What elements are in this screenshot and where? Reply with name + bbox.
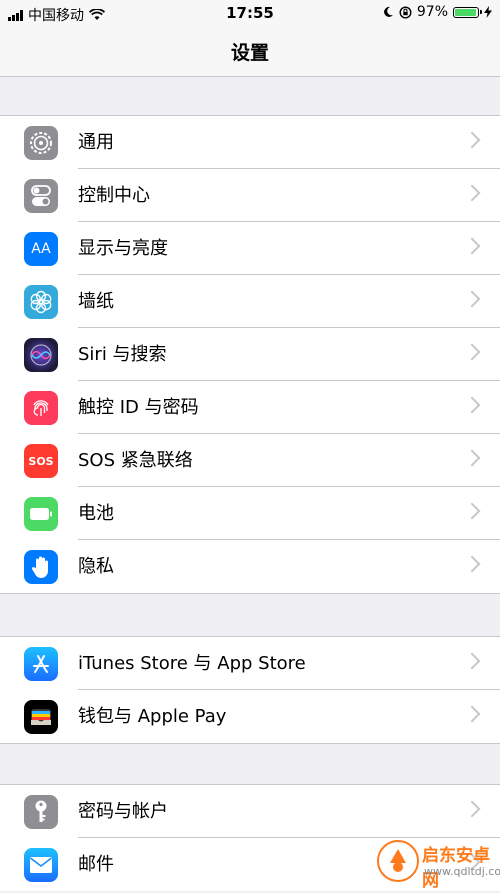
charging-bolt-icon	[484, 6, 492, 18]
toggles-icon	[24, 179, 58, 213]
app-store-icon	[24, 647, 58, 681]
aa-icon: AA	[24, 232, 58, 266]
settings-row-siri-search[interactable]: Siri 与搜索	[0, 328, 500, 381]
moon-icon	[383, 6, 393, 17]
row-label: 电池	[78, 503, 114, 524]
sos-icon: SOS	[24, 444, 58, 478]
chevron-right-icon	[463, 449, 481, 467]
chevron-right-icon	[463, 237, 481, 255]
settings-row-wallet-apple-pay[interactable]: 钱包与 Apple Pay	[0, 690, 500, 743]
battery-icon	[24, 497, 58, 531]
settings-group-2: iTunes Store 与 App Store 钱包与 Apple Pay	[0, 636, 500, 744]
settings-row-control-center[interactable]: 控制中心	[0, 169, 500, 222]
battery-indicator-icon	[453, 6, 482, 18]
settings-row-emergency-sos[interactable]: SOS SOS 紧急联络	[0, 434, 500, 487]
gear-icon	[24, 126, 58, 160]
settings-row-wallpaper[interactable]: 墙纸	[0, 275, 500, 328]
watermark-url: www.qdltdj.com	[424, 865, 500, 878]
siri-icon	[24, 338, 58, 372]
page-title: 设置	[230, 42, 269, 64]
rotation-lock-icon	[399, 5, 412, 19]
fingerprint-icon	[24, 391, 58, 425]
settings-row-touch-id[interactable]: 触控 ID 与密码	[0, 381, 500, 434]
row-label: SOS 紧急联络	[78, 450, 193, 471]
settings-row-display-brightness[interactable]: AA 显示与亮度	[0, 222, 500, 275]
row-label: 隐私	[78, 556, 114, 577]
battery-percent: 97%	[416, 4, 448, 20]
row-label: Siri 与搜索	[78, 344, 167, 365]
sos-icon-text: SOS	[28, 454, 54, 468]
chevron-right-icon	[463, 184, 481, 202]
row-label: 通用	[78, 132, 114, 153]
settings-row-general[interactable]: 通用	[0, 116, 500, 169]
row-label: 控制中心	[78, 185, 150, 206]
row-label: 触控 ID 与密码	[78, 397, 199, 418]
chevron-right-icon	[463, 502, 481, 520]
key-icon	[24, 795, 58, 829]
flower-icon	[24, 285, 58, 319]
hand-icon	[24, 550, 58, 584]
aa-icon-text: AA	[31, 241, 51, 257]
row-label: 密码与帐户	[78, 801, 168, 822]
row-label: 邮件	[78, 854, 114, 875]
settings-group-1: 通用 控制中心 AA 显示与亮度 墙纸 Siri 与搜索 触控 ID 与密码 S…	[0, 115, 500, 594]
row-label: 显示与亮度	[78, 238, 168, 259]
chevron-right-icon	[463, 555, 481, 573]
chevron-right-icon	[463, 800, 481, 818]
row-label: 墙纸	[78, 291, 114, 312]
chevron-right-icon	[463, 131, 481, 149]
settings-row-battery[interactable]: 电池	[0, 487, 500, 540]
chevron-right-icon	[463, 705, 481, 723]
chevron-right-icon	[463, 396, 481, 414]
chevron-right-icon	[463, 652, 481, 670]
settings-row-privacy[interactable]: 隐私	[0, 540, 500, 593]
settings-row-itunes-app-store[interactable]: iTunes Store 与 App Store	[0, 637, 500, 690]
mail-icon	[24, 848, 58, 882]
chevron-right-icon	[463, 290, 481, 308]
watermark-logo: 启东安卓网 www.qdltdj.com	[370, 827, 500, 891]
status-bar: 中国移动 17:55 97%	[0, 0, 500, 28]
chevron-right-icon	[463, 343, 481, 361]
wallet-icon	[24, 700, 58, 734]
navigation-bar: 设置	[0, 28, 500, 77]
row-label: 钱包与 Apple Pay	[78, 706, 227, 727]
row-label: iTunes Store 与 App Store	[78, 653, 306, 674]
